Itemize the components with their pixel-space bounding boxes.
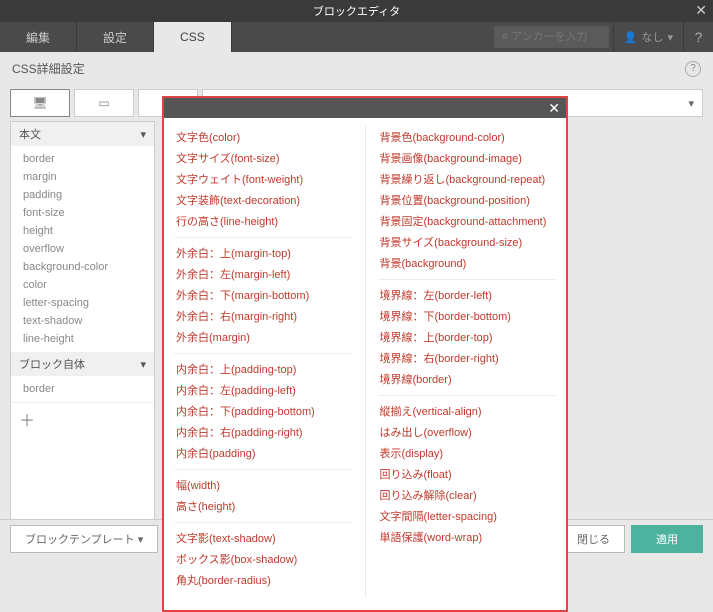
css-sidebar: 本文 ▾ border margin padding font-size hei…: [10, 121, 155, 521]
chevron-down-icon: ▾: [138, 534, 144, 546]
css-option[interactable]: ボックス影(box-shadow): [174, 548, 353, 569]
css-option[interactable]: 内余白(padding): [174, 442, 353, 463]
css-option[interactable]: 背景(background): [378, 252, 557, 273]
css-option[interactable]: 外余白：上(margin-top): [174, 242, 353, 263]
css-option[interactable]: 境界線：下(border-bottom): [378, 305, 557, 326]
block-template-label: ブロックテンプレート: [25, 534, 135, 546]
css-option[interactable]: 文字影(text-shadow): [174, 527, 353, 548]
add-prop-button[interactable]: ＋: [11, 402, 154, 435]
sidebar-prop[interactable]: background-color: [11, 258, 154, 276]
apply-button[interactable]: 適用: [631, 525, 703, 553]
css-option[interactable]: 単語保護(word-wrap): [378, 526, 557, 547]
sidebar-prop[interactable]: border: [11, 150, 154, 168]
sidebar-prop[interactable]: margin: [11, 168, 154, 186]
chevron-down-icon: ▾: [140, 358, 146, 371]
tablet-icon: ▭: [98, 96, 109, 110]
css-option[interactable]: 背景サイズ(background-size): [378, 231, 557, 252]
device-desktop[interactable]: 🖥: [10, 89, 70, 117]
css-option[interactable]: 背景色(background-color): [378, 126, 557, 147]
sidebar-prop[interactable]: border: [11, 380, 154, 398]
css-option[interactable]: 内余白：右(padding-right): [174, 421, 353, 442]
sidebar-section-title: 本文: [19, 126, 41, 142]
css-option[interactable]: 背景繰り返し(background-repeat): [378, 168, 557, 189]
sidebar-prop[interactable]: font-size: [11, 204, 154, 222]
css-option[interactable]: 回り込み解除(clear): [378, 484, 557, 505]
sidebar-prop-list: border margin padding font-size height o…: [11, 146, 154, 352]
chevron-down-icon: ▾: [667, 31, 673, 44]
sidebar-prop[interactable]: text-shadow: [11, 312, 154, 330]
css-option[interactable]: 文字間隔(letter-spacing): [378, 505, 557, 526]
class-label: なし: [641, 29, 663, 45]
css-option[interactable]: 幅(width): [174, 474, 353, 495]
window-close-icon[interactable]: ✕: [695, 2, 707, 19]
css-option[interactable]: 背景位置(background-position): [378, 189, 557, 210]
device-tablet[interactable]: ▭: [74, 89, 134, 117]
css-option[interactable]: 境界線：上(border-top): [378, 326, 557, 347]
sidebar-prop[interactable]: letter-spacing: [11, 294, 154, 312]
close-button[interactable]: 閉じる: [562, 525, 625, 553]
tab-edit[interactable]: 編集: [0, 22, 77, 52]
tab-settings[interactable]: 設定: [77, 22, 154, 52]
class-selector[interactable]: 👤 なし ▾: [613, 22, 683, 52]
css-option[interactable]: 文字サイズ(font-size): [174, 147, 353, 168]
css-option[interactable]: 外余白(margin): [174, 326, 353, 347]
tab-css[interactable]: CSS: [154, 22, 232, 52]
window-titlebar: ブロックエディタ ✕: [0, 0, 713, 22]
popup-column-left: 文字色(color) 文字サイズ(font-size) 文字ウェイト(font-…: [174, 126, 353, 596]
block-template-button[interactable]: ブロックテンプレート ▾: [10, 525, 158, 553]
window-title: ブロックエディタ: [313, 3, 400, 19]
sidebar-prop-list: border: [11, 376, 154, 402]
css-option[interactable]: 文字ウェイト(font-weight): [174, 168, 353, 189]
css-option[interactable]: 内余白：左(padding-left): [174, 379, 353, 400]
sidebar-prop[interactable]: overflow: [11, 240, 154, 258]
main-toolbar: 編集 設定 CSS 👤 なし ▾ ?: [0, 22, 713, 52]
css-option[interactable]: 外余白：右(margin-right): [174, 305, 353, 326]
subheader: CSS詳細設定 ?: [0, 52, 713, 85]
css-option[interactable]: 縦揃え(vertical-align): [378, 400, 557, 421]
popup-header: ✕: [164, 98, 566, 118]
sidebar-prop[interactable]: height: [11, 222, 154, 240]
css-option[interactable]: 外余白：下(margin-bottom): [174, 284, 353, 305]
sidebar-prop[interactable]: line-height: [11, 330, 154, 348]
css-property-popup: ✕ 文字色(color) 文字サイズ(font-size) 文字ウェイト(fon…: [162, 96, 568, 612]
css-option[interactable]: 内余白：下(padding-bottom): [174, 400, 353, 421]
sidebar-section-header[interactable]: 本文 ▾: [11, 122, 154, 146]
css-option[interactable]: 境界線(border): [378, 368, 557, 389]
css-option[interactable]: 回り込み(float): [378, 463, 557, 484]
close-icon[interactable]: ✕: [548, 100, 560, 117]
css-option[interactable]: 境界線：左(border-left): [378, 284, 557, 305]
css-option[interactable]: 内余白：上(padding-top): [174, 358, 353, 379]
css-option[interactable]: 背景画像(background-image): [378, 147, 557, 168]
css-option[interactable]: 文字色(color): [174, 126, 353, 147]
help-icon[interactable]: ?: [683, 22, 713, 52]
popup-column-right: 背景色(background-color) 背景画像(background-im…: [365, 126, 557, 596]
css-option[interactable]: 表示(display): [378, 442, 557, 463]
css-option[interactable]: 境界線：右(border-right): [378, 347, 557, 368]
page-title: CSS詳細設定: [12, 60, 85, 77]
sidebar-prop[interactable]: color: [11, 276, 154, 294]
anchor-input[interactable]: [494, 26, 609, 48]
sidebar-section-title: ブロック自体: [19, 356, 85, 372]
chevron-down-icon: ▾: [688, 97, 694, 110]
css-option[interactable]: 角丸(border-radius): [174, 569, 353, 590]
css-option[interactable]: 文字装飾(text-decoration): [174, 189, 353, 210]
css-option[interactable]: 外余白：左(margin-left): [174, 263, 353, 284]
css-option[interactable]: はみ出し(overflow): [378, 421, 557, 442]
desktop-icon: 🖥: [32, 96, 47, 110]
css-option[interactable]: 背景固定(background-attachment): [378, 210, 557, 231]
chevron-down-icon: ▾: [140, 128, 146, 141]
css-option[interactable]: 行の高さ(line-height): [174, 210, 353, 231]
css-option[interactable]: 高さ(height): [174, 495, 353, 516]
help-small-icon[interactable]: ?: [685, 61, 701, 77]
sidebar-section-header[interactable]: ブロック自体 ▾: [11, 352, 154, 376]
person-icon: 👤: [624, 31, 638, 44]
sidebar-prop[interactable]: padding: [11, 186, 154, 204]
